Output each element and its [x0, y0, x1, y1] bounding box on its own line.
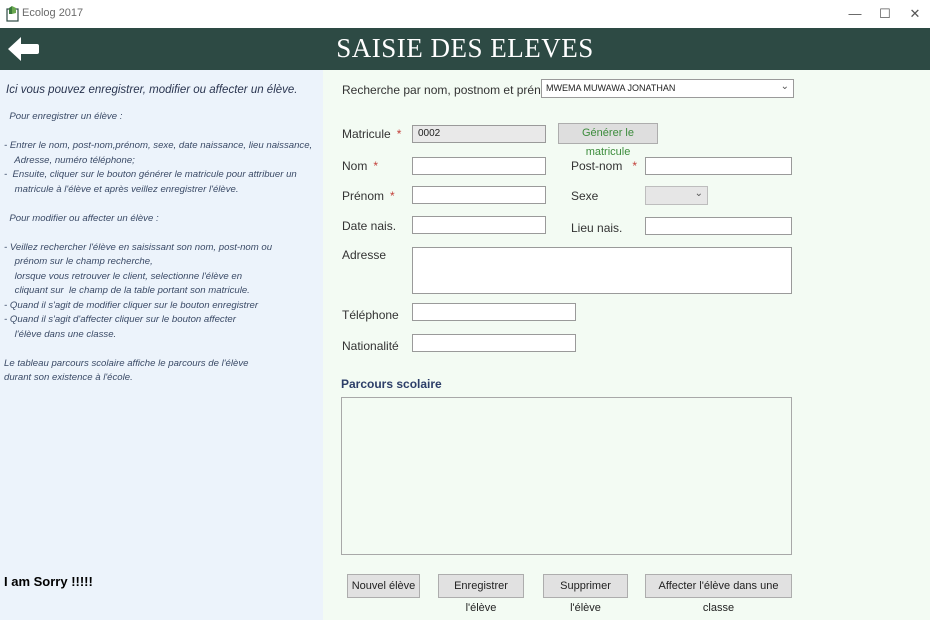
nationalite-label: Nationalité: [342, 339, 399, 353]
sexe-select[interactable]: ⌄: [645, 186, 708, 205]
adresse-field[interactable]: [412, 247, 792, 294]
sorry-label: I am Sorry !!!!!: [4, 574, 93, 589]
window-title: Ecolog 2017: [22, 7, 84, 19]
nom-label: Nom *: [342, 159, 379, 173]
required-mark: *: [390, 189, 395, 203]
help-instructions: Pour enregistrer un élève : - Entrer le …: [4, 111, 313, 383]
search-select[interactable]: MWEMA MUWAWA JONATHAN ⌄: [541, 79, 794, 98]
app-logo-icon: [6, 6, 19, 22]
telephone-field[interactable]: [412, 303, 576, 321]
required-mark: *: [373, 159, 379, 173]
minimize-button[interactable]: —: [845, 4, 865, 24]
telephone-label: Téléphone: [342, 308, 399, 322]
required-mark: *: [396, 127, 402, 141]
lieu-naissance-field[interactable]: [645, 217, 792, 235]
required-mark: *: [632, 159, 638, 173]
help-panel: Ici vous pouvez enregistrer, modifier ou…: [0, 70, 323, 620]
help-intro: Ici vous pouvez enregistrer, modifier ou…: [6, 84, 298, 96]
page-title: SAISIE DES ELEVES: [336, 33, 594, 63]
date-naissance-field[interactable]: [412, 216, 546, 234]
delete-student-button[interactable]: Supprimer l'élève: [543, 574, 628, 614]
page-header: SAISIE DES ELEVES: [0, 28, 930, 70]
assign-class-button[interactable]: Affecter l'élève dans une classe: [645, 574, 792, 614]
parcours-table[interactable]: [341, 397, 792, 555]
form-panel: Recherche par nom, postnom et prénom MWE…: [323, 70, 930, 620]
close-button[interactable]: ✕: [905, 4, 925, 24]
postnom-label: Post-nom *: [571, 159, 638, 173]
matricule-label: Matricule *: [342, 127, 402, 141]
prenom-label: Prénom *: [342, 189, 395, 203]
lieu-naissance-label: Lieu nais.: [571, 221, 623, 235]
date-naissance-label: Date nais.: [342, 219, 397, 233]
window-titlebar: Ecolog 2017 — ☐ ✕: [0, 0, 930, 28]
save-student-button[interactable]: Enregistrer l'élève: [438, 574, 524, 614]
maximize-button[interactable]: ☐: [875, 4, 895, 24]
postnom-field[interactable]: [645, 157, 792, 175]
parcours-title: Parcours scolaire: [341, 377, 442, 391]
search-label: Recherche par nom, postnom et prénom: [342, 83, 558, 97]
search-select-value: MWEMA MUWAWA JONATHAN: [546, 83, 676, 93]
nationalite-field[interactable]: [412, 334, 576, 352]
sexe-label: Sexe: [571, 189, 599, 203]
generate-matricule-button[interactable]: Générer le matricule: [558, 123, 658, 158]
adresse-label: Adresse: [342, 248, 387, 262]
chevron-down-icon: ⌄: [694, 188, 703, 199]
chevron-down-icon: ⌄: [780, 81, 789, 92]
new-student-button[interactable]: Nouvel élève: [347, 574, 420, 598]
nom-field[interactable]: [412, 157, 546, 175]
matricule-field[interactable]: 0002: [412, 125, 546, 143]
prenom-field[interactable]: [412, 186, 546, 204]
